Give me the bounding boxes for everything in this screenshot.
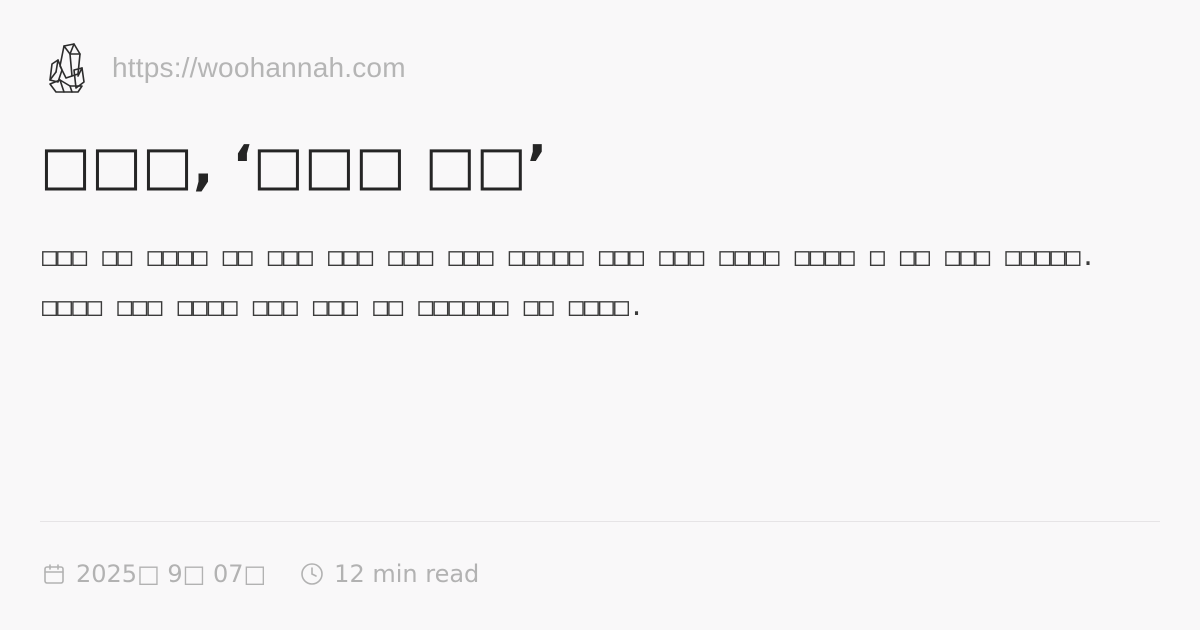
post-meta: 2025□ 9□ 07□ 12 min read <box>42 552 479 596</box>
divider <box>40 521 1160 522</box>
clock-icon <box>301 563 323 585</box>
crystal-icon[interactable] <box>44 40 88 96</box>
post-read-time: 12 min read <box>300 560 479 588</box>
calendar-icon <box>44 564 64 584</box>
post-description: □□□ □□ □□□□ □□ □□□ □□□ □□□ □□□ □□□□□ □□□… <box>42 242 1096 321</box>
site-header: https://woohannah.com <box>44 40 406 96</box>
site-url-link[interactable]: https://woohannah.com <box>112 52 406 84</box>
post-date-text: 2025□ 9□ 07□ <box>76 560 267 588</box>
post-date: 2025□ 9□ 07□ <box>42 560 266 588</box>
post-title: □□□, ‘□□□ □□’ <box>40 134 548 197</box>
post-read-time-text: 12 min read <box>334 560 480 588</box>
